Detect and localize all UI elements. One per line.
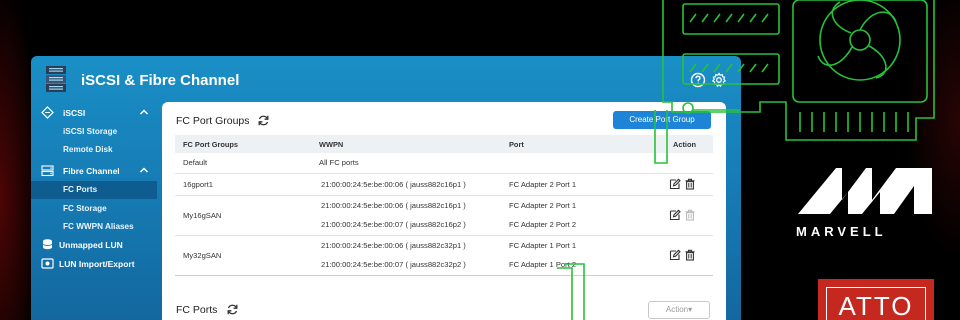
column-header-action: Action	[635, 135, 713, 153]
import-export-icon	[41, 258, 54, 269]
table-row[interactable]: My32gSAN 21:00:00:24:5e:be:00:06 ( jauss…	[175, 234, 713, 276]
refresh-icon[interactable]	[226, 303, 239, 316]
edit-icon[interactable]	[669, 178, 681, 190]
create-port-group-button[interactable]: Create Port Group	[613, 111, 711, 129]
sidebar-item-lun-import-export[interactable]: LUN Import/Export	[31, 255, 157, 273]
app-title: iSCSI & Fibre Channel	[81, 72, 240, 89]
sidebar-item-label: LUN Import/Export	[59, 259, 135, 269]
column-header-wwpn[interactable]: WWPN	[311, 135, 501, 153]
fc-port-groups-title: FC Port Groups	[176, 115, 250, 127]
table-row[interactable]: 16gport1 21:00:00:24:5e:be:00:06 ( jauss…	[175, 172, 713, 195]
port-cell: FC Adapter 2 Port 1 FC Adapter 2 Port 2	[501, 194, 635, 235]
column-header-group[interactable]: FC Port Groups	[175, 135, 311, 153]
marvell-wordmark: MARVELL	[796, 224, 887, 239]
chevron-up-icon[interactable]	[139, 107, 149, 117]
atto-wordmark: ATTO	[826, 287, 926, 320]
wwpn-cell: 21:00:00:24:5e:be:00:06 ( jauss882c32p1 …	[311, 234, 501, 276]
sidebar-item-fc-ports[interactable]: FC Ports	[31, 181, 157, 199]
trash-icon[interactable]	[684, 249, 696, 261]
sidebar-item-fc-wwpn-aliases[interactable]: FC WWPN Aliases	[31, 218, 157, 236]
edit-icon[interactable]	[669, 249, 681, 261]
table-row[interactable]: Default All FC ports	[175, 153, 713, 173]
help-icon[interactable]	[690, 72, 706, 88]
database-icon	[42, 239, 53, 250]
wwpn-cell: 21:00:00:24:5e:be:00:06 ( jauss882c16p1 …	[311, 194, 501, 235]
sidebar: iSCSI iSCSI Storage Remote Disk Fibre Ch…	[31, 102, 157, 320]
action-cell	[635, 234, 713, 276]
group-name: 16gport1	[175, 172, 311, 195]
sidebar-item-iscsi-storage[interactable]: iSCSI Storage	[31, 123, 157, 141]
group-name: My32gSAN	[175, 234, 311, 276]
wwpn-cell: All FC ports	[319, 158, 359, 168]
fibre-channel-icon	[41, 165, 54, 177]
port-cell: FC Adapter 2 Port 1	[501, 172, 635, 195]
sidebar-item-unmapped-lun[interactable]: Unmapped LUN	[31, 236, 157, 254]
group-name: My16gSAN	[175, 194, 311, 235]
sidebar-item-label: Fibre Channel	[63, 166, 120, 176]
action-cell	[635, 194, 713, 235]
port-cell	[501, 153, 635, 173]
action-cell	[635, 172, 713, 195]
sidebar-item-label: iSCSI	[63, 108, 86, 118]
sidebar-item-fibre-channel[interactable]: Fibre Channel	[31, 162, 157, 180]
table-row[interactable]: My16gSAN 21:00:00:24:5e:be:00:06 ( jauss…	[175, 194, 713, 235]
sidebar-item-iscsi[interactable]: iSCSI	[31, 104, 157, 122]
gear-icon[interactable]	[711, 72, 727, 88]
refresh-icon[interactable]	[257, 114, 270, 127]
fc-port-groups-table: FC Port Groups WWPN Port Action Default …	[175, 135, 713, 276]
trash-icon[interactable]	[684, 178, 696, 190]
app-header: iSCSI & Fibre Channel	[31, 56, 741, 102]
sidebar-item-remote-disk[interactable]: Remote Disk	[31, 141, 157, 159]
action-cell	[635, 153, 713, 173]
trash-icon-disabled	[685, 209, 695, 221]
action-dropdown-button[interactable]: Action▾	[648, 301, 710, 319]
fc-ports-title: FC Ports	[176, 304, 218, 316]
edit-icon[interactable]	[669, 209, 681, 221]
iscsi-icon	[41, 106, 54, 119]
atto-logo: ATTO	[818, 279, 934, 320]
port-cell: FC Adapter 1 Port 1 FC Adapter 1 Port 2	[501, 234, 635, 276]
app-logo-icon	[46, 66, 66, 92]
sidebar-item-label: Unmapped LUN	[59, 240, 123, 250]
chevron-up-icon[interactable]	[139, 165, 149, 175]
sidebar-item-fc-storage[interactable]: FC Storage	[31, 200, 157, 218]
group-name: Default	[183, 158, 208, 168]
column-header-port[interactable]: Port	[501, 135, 635, 153]
wwpn-cell: 21:00:00:24:5e:be:00:06 ( jauss882c16p1 …	[311, 172, 501, 195]
main-content: FC Port Groups Create Port Group FC Port…	[162, 102, 726, 320]
